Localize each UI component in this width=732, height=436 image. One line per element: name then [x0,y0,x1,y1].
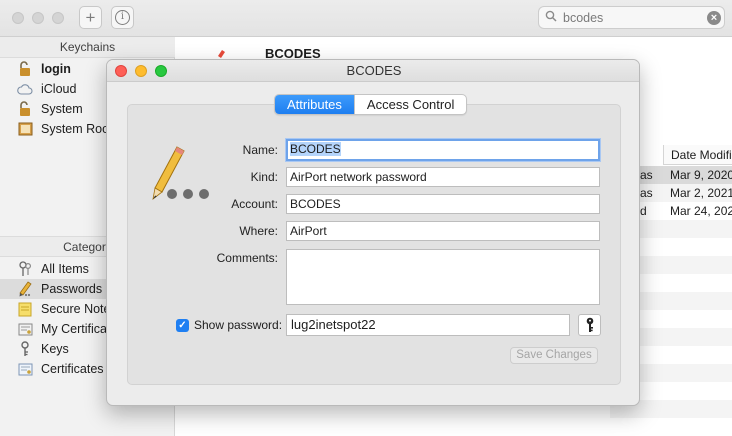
zoom-button-inactive[interactable] [52,12,64,24]
tab-attributes[interactable]: Attributes [275,95,354,114]
clear-search-icon[interactable]: × [707,11,721,25]
date-cell: Mar 2, 2021 [670,186,732,200]
certificate-icon [17,361,33,377]
kind-field[interactable]: AirPort network password [286,167,600,187]
password-assistant-button[interactable] [578,314,601,336]
get-info-button[interactable]: i [111,6,134,29]
item-detail-dialog: BCODES Attributes Access Control Name: B… [106,59,640,406]
date-cell: Mar 24, 2021 [670,204,732,218]
comments-label: Comments: [216,251,278,265]
tab-access-control[interactable]: Access Control [353,95,466,114]
sidebar-item-label: iCloud [41,82,77,96]
plus-icon: + [85,8,96,27]
close-button-inactive[interactable] [12,12,24,24]
unlocked-padlock-icon [17,101,33,117]
zoom-button[interactable] [155,65,167,77]
sidebar-item-label: Passwords [41,282,103,296]
where-label: Where: [239,224,278,238]
column-header-date-modified[interactable]: Date Modified [663,145,732,165]
sidebar-item-label: Certificates [41,362,104,376]
sidebar-item-label: System [41,102,83,116]
table-row [610,418,732,436]
certificate-icon [17,321,33,337]
search-input[interactable]: bcodes [563,11,603,25]
add-item-button[interactable]: + [79,6,102,29]
keychains-heading: Keychains [0,37,175,58]
account-field[interactable]: BCODES [286,194,600,214]
password-field[interactable]: lug2inetspot22 [286,314,570,336]
show-password-checkbox[interactable]: ✓ [176,319,189,332]
note-icon [17,301,33,317]
show-password-label: Show password: [194,318,283,332]
key-icon [17,341,33,357]
close-button[interactable] [115,65,127,77]
info-icon: i [115,10,130,25]
unlocked-padlock-icon [17,61,33,77]
keys-icon [17,261,33,277]
dialog-title: BCODES [107,60,639,82]
account-label: Account: [231,197,278,211]
save-changes-button[interactable]: Save Changes [510,347,598,364]
name-label: Name: [242,143,278,157]
sidebar-item-label: All Items [41,262,89,276]
sidebar-item-label: login [41,62,71,76]
where-field[interactable]: AirPort [286,221,600,241]
search-field[interactable]: bcodes × [538,6,725,29]
main-toolbar: + i bcodes × [0,0,732,37]
kind-label: Kind: [250,170,278,184]
comments-field[interactable] [286,249,600,305]
cabinet-icon [17,121,33,137]
cloud-icon [17,81,33,97]
tab-bar: Attributes Access Control [274,94,468,115]
search-icon [545,10,557,22]
minimize-button-inactive[interactable] [32,12,44,24]
name-field[interactable]: BCODES [286,139,600,161]
kind-cell: d [640,204,647,218]
kind-cell: as [640,168,653,182]
sidebar-item-label: Keys [41,342,69,356]
name-value: BCODES [290,142,341,156]
key-icon [586,317,593,332]
kind-cell: as [640,186,653,200]
pencil-icon [17,281,33,297]
minimize-button[interactable] [135,65,147,77]
date-cell: Mar 9, 2020 [670,168,732,182]
